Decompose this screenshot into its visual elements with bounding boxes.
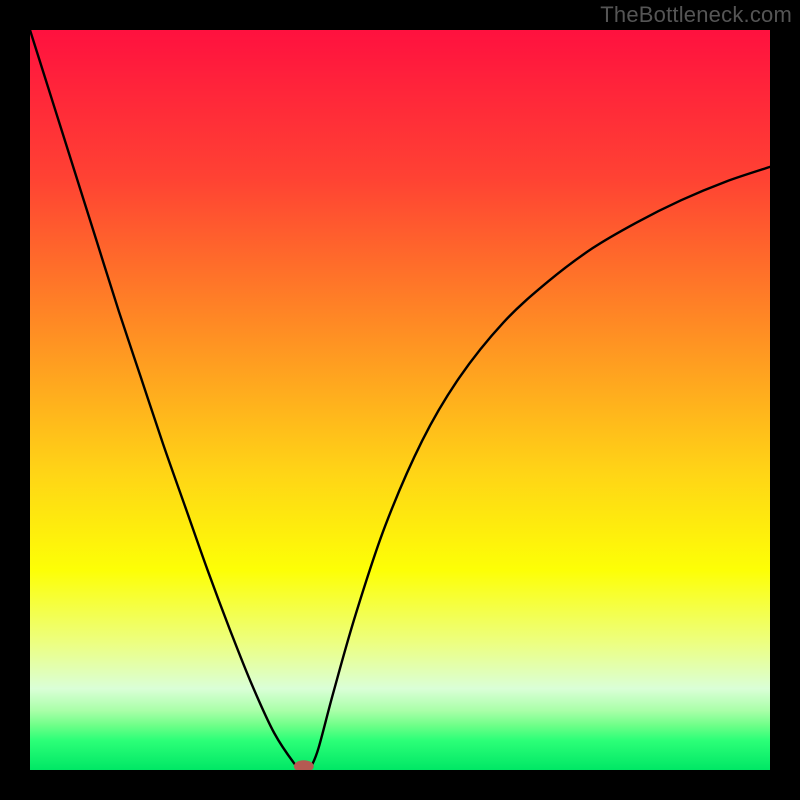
gradient-background <box>30 30 770 770</box>
chart-container: TheBottleneck.com <box>0 0 800 800</box>
watermark-text: TheBottleneck.com <box>600 2 792 28</box>
plot-area <box>30 30 770 770</box>
chart-svg <box>30 30 770 770</box>
